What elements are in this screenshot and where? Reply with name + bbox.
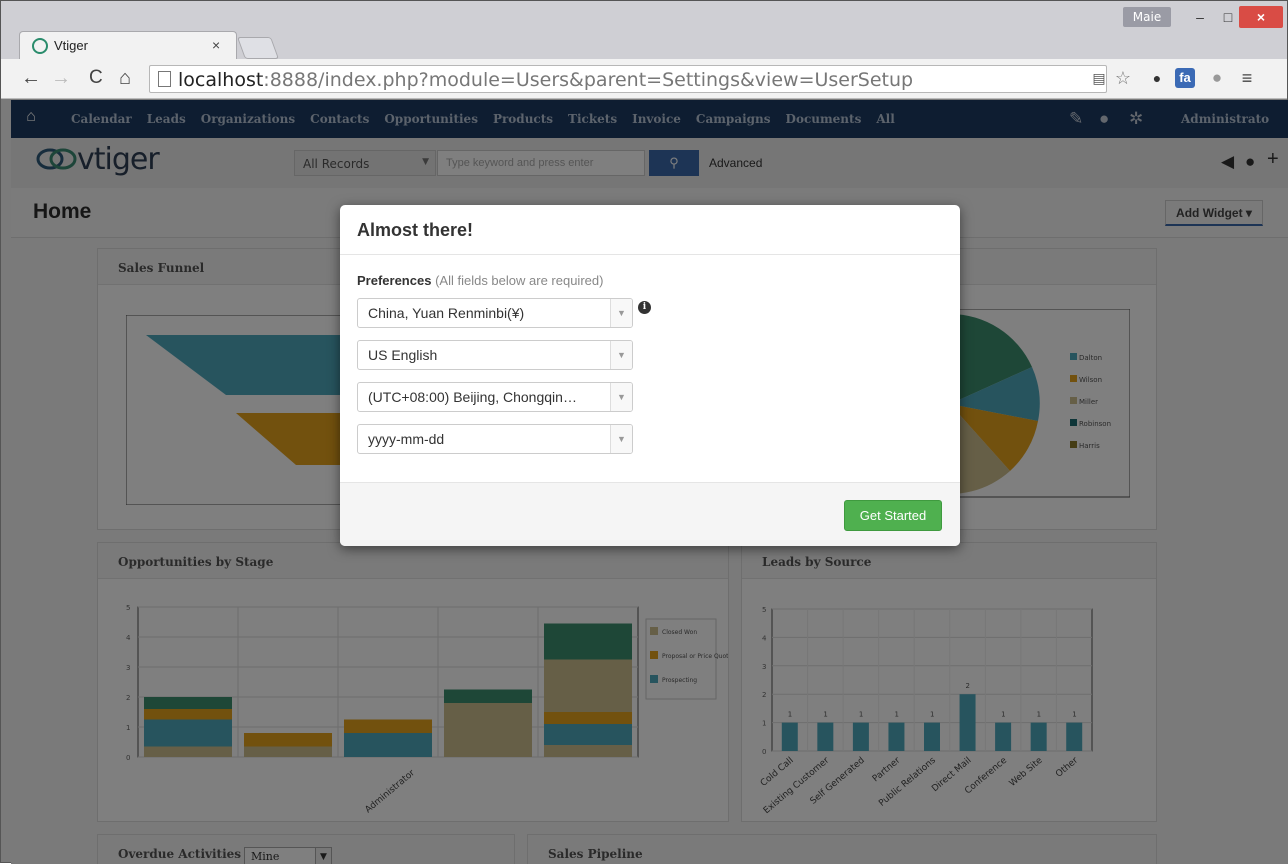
chevron-down-icon: ▼	[610, 425, 632, 453]
chevron-down-icon: ▼	[610, 341, 632, 369]
vtiger-favicon-icon	[32, 38, 48, 54]
language-select[interactable]: US English ▼	[357, 340, 633, 370]
browser-tab[interactable]: Vtiger ×	[19, 31, 237, 61]
chevron-down-icon: ▼	[610, 299, 632, 327]
tab-close-icon[interactable]: ×	[212, 37, 220, 53]
url-text[interactable]: localhost:8888/index.php?module=Users&pa…	[178, 69, 913, 91]
globe-icon[interactable]: ●	[1207, 68, 1227, 88]
address-bar[interactable]: localhost:8888/index.php?module=Users&pa…	[149, 65, 1107, 93]
page-icon	[158, 71, 171, 87]
forward-button[interactable]: →	[51, 67, 71, 89]
preferences-label: Preferences (All fields below are requir…	[357, 273, 604, 288]
timezone-select[interactable]: (UTC+08:00) Beijing, Chongqin… ▼	[357, 382, 633, 412]
reload-button[interactable]: C	[89, 67, 103, 89]
browser-titlebar: Maie – □ × Vtiger ×	[1, 1, 1287, 61]
modal-title: Almost there!	[357, 220, 474, 240]
currency-select[interactable]: China, Yuan Renminbi(¥) ▼	[357, 298, 633, 328]
back-button[interactable]: ←	[21, 67, 41, 89]
date-format-select[interactable]: yyyy-mm-dd ▼	[357, 424, 633, 454]
modal-header: Almost there!	[340, 205, 960, 255]
user-badge[interactable]: Maie	[1123, 7, 1171, 27]
translate-icon[interactable]: ▤	[1089, 68, 1109, 88]
extension-bee-icon[interactable]: ●	[1147, 68, 1167, 88]
browser-window: Maie – □ × Vtiger × ← → C ⌂ localhost:88…	[0, 0, 1288, 864]
browser-toolbar: ← → C ⌂ localhost:8888/index.php?module=…	[1, 59, 1287, 99]
home-button[interactable]: ⌂	[119, 67, 131, 89]
browser-menu-icon[interactable]: ≡	[1237, 68, 1257, 88]
close-window-button[interactable]: ×	[1239, 6, 1283, 28]
info-icon[interactable]: i	[638, 301, 651, 314]
setup-modal: Almost there! Preferences (All fields be…	[340, 205, 960, 546]
chevron-down-icon: ▼	[610, 383, 632, 411]
modal-footer: Get Started	[340, 482, 960, 546]
new-tab-button[interactable]	[236, 37, 280, 59]
bookmark-star-icon[interactable]: ☆	[1113, 68, 1133, 88]
tab-title: Vtiger	[54, 38, 88, 53]
get-started-button[interactable]: Get Started	[844, 500, 942, 531]
page: ⌂ Calendar Leads Organizations Contacts …	[11, 100, 1288, 864]
fontawesome-extension-icon[interactable]: fa	[1175, 68, 1195, 88]
